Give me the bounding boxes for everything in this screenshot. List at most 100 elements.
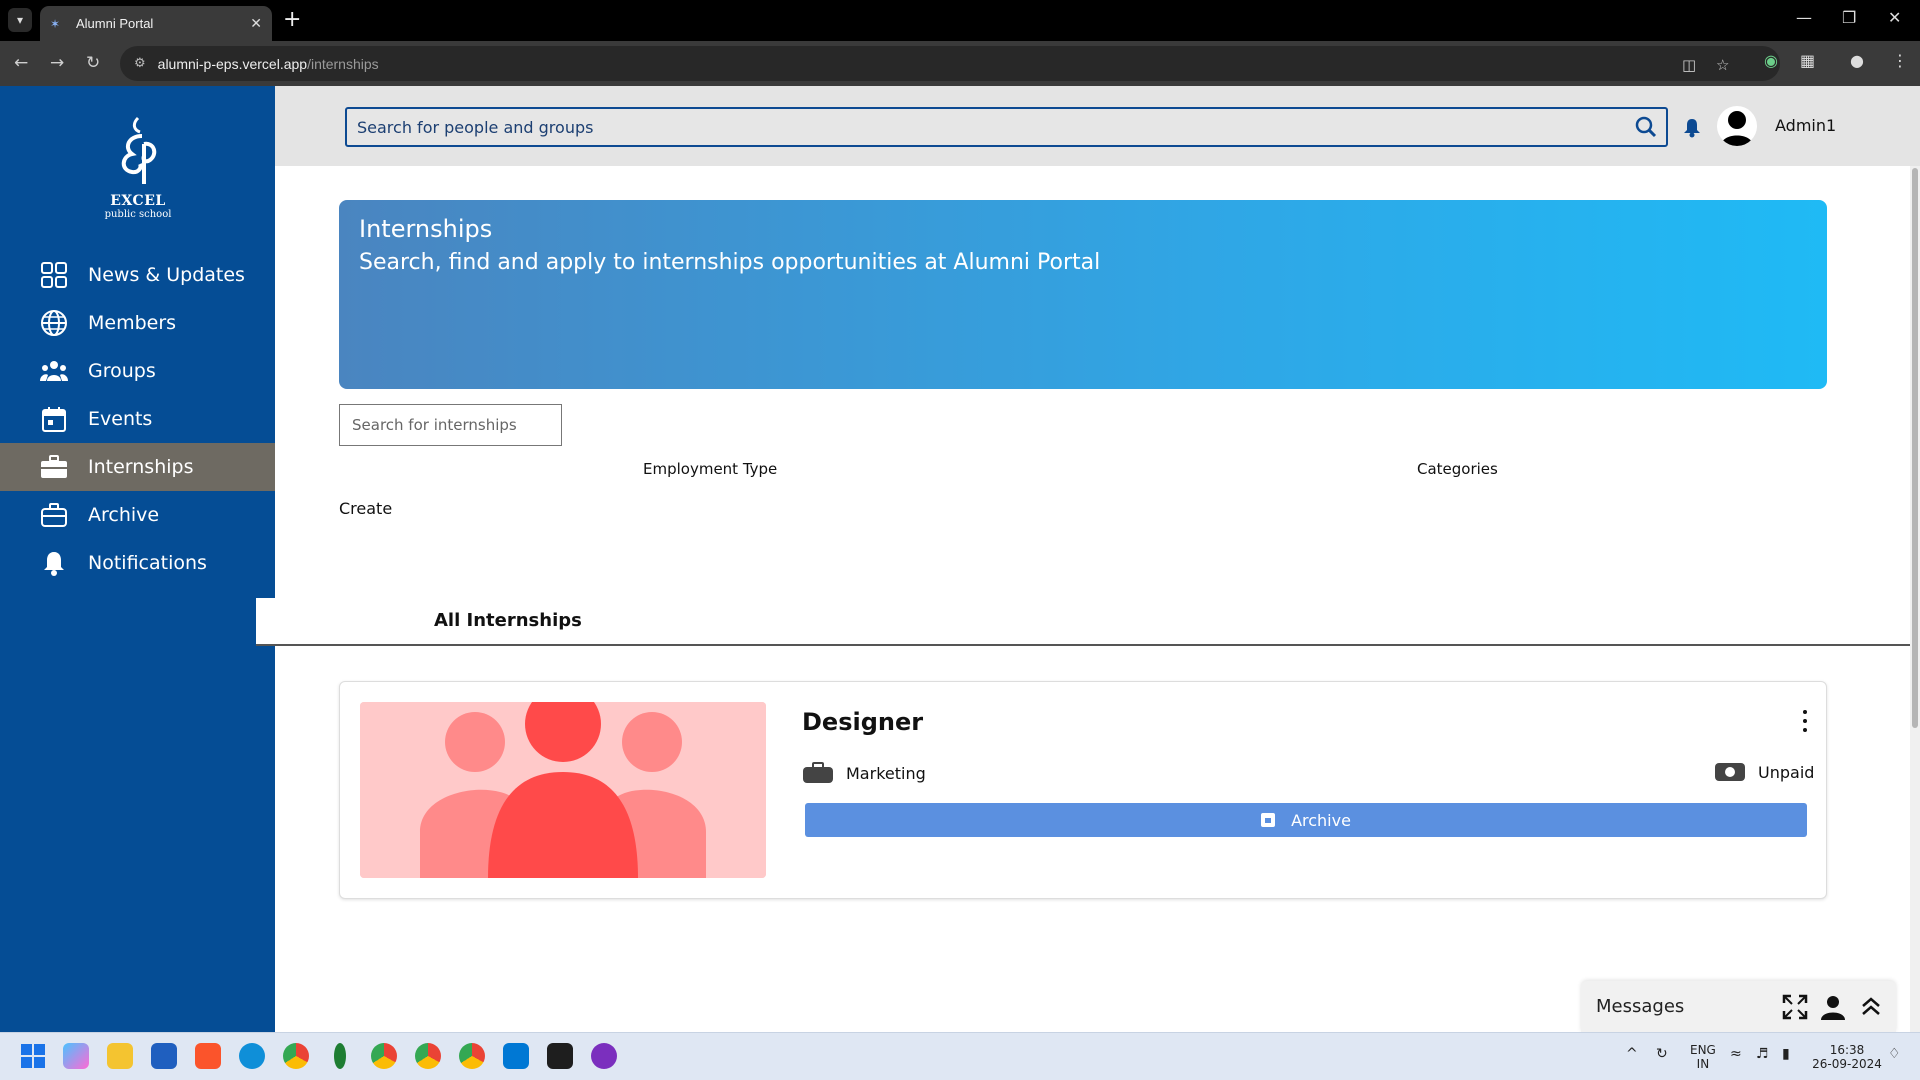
extension-icon[interactable]: ◉	[1764, 51, 1778, 70]
pay-label: Unpaid	[1758, 762, 1815, 782]
employment-type-filter[interactable]: Employment Type	[643, 460, 777, 478]
edge-icon[interactable]	[239, 1043, 265, 1069]
group-placeholder-icon	[360, 702, 766, 878]
close-window-icon[interactable]: ✕	[1888, 8, 1901, 27]
forward-icon[interactable]: →	[50, 53, 64, 73]
messages-title: Messages	[1596, 996, 1685, 1017]
chrome-profile-icon[interactable]	[415, 1043, 441, 1069]
favicon-icon: ✶	[50, 16, 61, 31]
clock[interactable]: 16:38 26-09-2024	[1812, 1043, 1882, 1071]
close-tab-icon[interactable]: ✕	[250, 16, 262, 32]
sidebar-item-label: Members	[88, 312, 177, 334]
wifi-icon[interactable]: ≈	[1730, 1047, 1742, 1061]
archive-box-icon	[41, 503, 67, 527]
sidebar-item-label: Groups	[88, 360, 156, 382]
briefcase-icon	[803, 762, 833, 783]
tab-search-icon[interactable]: ▾	[8, 8, 32, 32]
windows-start-icon[interactable]	[20, 1043, 46, 1069]
url-host: alumni-p-eps.vercel.app	[157, 55, 308, 72]
copilot-icon[interactable]	[63, 1043, 89, 1069]
clock-date: 26-09-2024	[1812, 1057, 1882, 1071]
extensions-puzzle-icon[interactable]: ▦	[1800, 51, 1815, 70]
school-logo[interactable]: EXCEL public school	[95, 114, 181, 221]
mongodb-icon[interactable]	[334, 1043, 346, 1069]
sidebar-item-archive[interactable]: Archive	[0, 491, 275, 539]
sidebar-item-internships[interactable]: Internships	[0, 443, 275, 491]
sidebar-item-label: Notifications	[88, 552, 207, 574]
chrome-active-icon[interactable]	[459, 1043, 485, 1069]
chrome-profile-icon[interactable]	[371, 1043, 397, 1069]
file-explorer-icon[interactable]	[107, 1043, 133, 1069]
messages-dock[interactable]: Messages	[1581, 981, 1896, 1032]
volume-icon[interactable]: ♬	[1756, 1047, 1769, 1061]
tab-all-internships[interactable]: All Internships	[434, 610, 582, 631]
back-icon[interactable]: ←	[14, 53, 28, 73]
categories-filter[interactable]: Categories	[1417, 460, 1498, 478]
address-bar: ← → ↻ ⚙ alumni-p-eps.vercel.app /interns…	[0, 41, 1920, 86]
sidebar-item-label: Archive	[88, 504, 160, 526]
internship-title[interactable]: Designer	[802, 708, 923, 736]
sync-icon[interactable]: ↻	[1656, 1047, 1668, 1061]
notification-bell-icon[interactable]	[1683, 118, 1701, 142]
battery-icon[interactable]: ▮	[1782, 1047, 1790, 1061]
internship-pay: Unpaid	[1714, 762, 1814, 782]
page-scrollbar[interactable]	[1910, 166, 1920, 1032]
new-tab-icon[interactable]: +	[283, 8, 301, 32]
page-banner: Internships Search, find and apply to in…	[339, 200, 1827, 389]
chrome-icon[interactable]	[283, 1043, 309, 1069]
language-code: ENG	[1690, 1043, 1716, 1057]
sidebar-item-news-updates[interactable]: News & Updates	[0, 251, 275, 299]
browser-tab[interactable]: ✶ Alumni Portal ✕	[40, 6, 272, 41]
terminal-icon[interactable]	[547, 1043, 573, 1069]
bookmark-star-icon[interactable]: ☆	[1716, 56, 1729, 74]
browser-menu-icon[interactable]: ⋮	[1892, 51, 1908, 70]
people-group-icon	[40, 361, 68, 381]
sidebar-nav: News & Updates Members Groups Events Int…	[0, 251, 275, 587]
language-region: IN	[1696, 1057, 1710, 1071]
sidebar-item-members[interactable]: Members	[0, 299, 275, 347]
create-internship-button[interactable]: Create	[339, 499, 392, 518]
language-indicator[interactable]: ENG IN	[1690, 1043, 1716, 1071]
page-subtitle: Search, find and apply to internships op…	[359, 250, 1101, 275]
global-search	[345, 107, 1668, 147]
internship-category: Marketing	[802, 762, 926, 784]
clock-time: 16:38	[1829, 1043, 1865, 1057]
browser-tab-bar: ▾ ✶ Alumni Portal ✕ + — ❐ ✕	[0, 0, 1920, 41]
expand-icon[interactable]	[1782, 994, 1808, 1020]
username-label[interactable]: Admin1	[1775, 116, 1836, 135]
store-icon[interactable]	[151, 1043, 177, 1069]
brave-icon[interactable]	[195, 1043, 221, 1069]
top-header: Admin1	[275, 86, 1920, 166]
url-field[interactable]: ⚙ alumni-p-eps.vercel.app /internships ◫…	[120, 46, 1780, 81]
archive-icon	[1261, 813, 1276, 827]
category-label: Marketing	[846, 763, 926, 783]
page-title: Internships	[359, 215, 493, 243]
people-group-search-input[interactable]	[357, 117, 1626, 137]
archive-button[interactable]: Archive	[805, 803, 1807, 837]
briefcase-icon	[41, 455, 67, 478]
app-icon[interactable]	[591, 1043, 617, 1069]
user-silhouette-icon	[1721, 111, 1753, 146]
install-app-icon[interactable]: ◫	[1682, 56, 1696, 74]
dashboard-grid-icon	[41, 262, 67, 288]
restore-icon[interactable]: ❐	[1842, 8, 1856, 27]
avatar[interactable]	[1717, 106, 1757, 146]
internship-search-input[interactable]	[339, 404, 562, 446]
notification-center-icon[interactable]: ♢	[1888, 1047, 1901, 1061]
internship-card[interactable]: Designer Marketing Unpaid Archive	[339, 681, 1827, 899]
sidebar-item-groups[interactable]: Groups	[0, 347, 275, 395]
sidebar-item-label: Events	[88, 408, 153, 430]
search-icon[interactable]	[1626, 116, 1666, 138]
contacts-person-icon[interactable]	[1820, 994, 1846, 1020]
chevron-up-icon[interactable]	[1858, 994, 1884, 1020]
calendar-icon	[42, 407, 66, 432]
vscode-icon[interactable]	[503, 1043, 529, 1069]
profile-icon[interactable]: ●	[1850, 51, 1864, 70]
tray-overflow-icon[interactable]: ^	[1626, 1047, 1638, 1061]
reload-icon[interactable]: ↻	[86, 53, 100, 73]
more-options-icon[interactable]	[1795, 710, 1815, 732]
sidebar-item-events[interactable]: Events	[0, 395, 275, 443]
site-info-icon[interactable]: ⚙	[134, 56, 146, 71]
minimize-icon[interactable]: —	[1796, 8, 1812, 27]
sidebar-item-notifications[interactable]: Notifications	[0, 539, 275, 587]
